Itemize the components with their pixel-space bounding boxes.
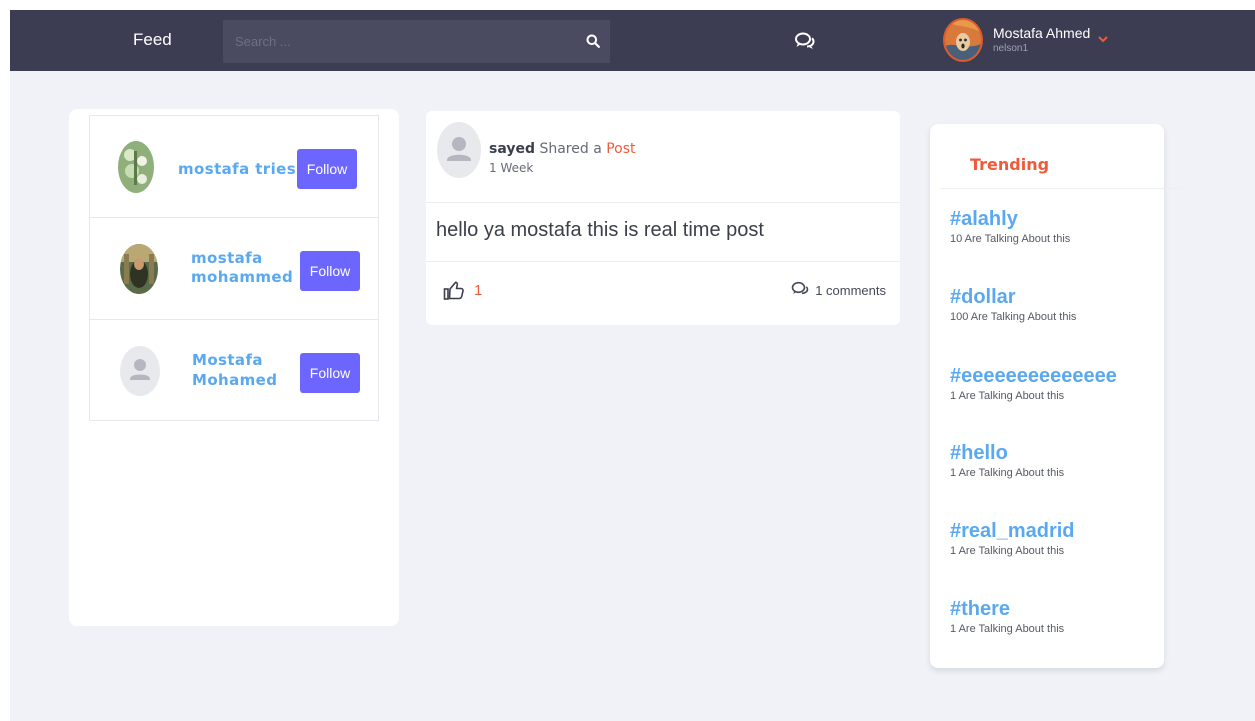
trending-item: #real_madrid 1 Are Talking About this: [950, 519, 1075, 558]
suggestion-name-last[interactable]: Mohamed: [192, 371, 277, 390]
follow-button[interactable]: Follow: [300, 353, 360, 393]
search-icon[interactable]: [583, 31, 603, 51]
trending-tag-link[interactable]: #dollar: [950, 285, 1076, 309]
comment-icon: [791, 281, 809, 299]
trending-item: #there 1 Are Talking About this: [950, 597, 1064, 636]
suggestion-item: mostafa mohammed Follow: [90, 218, 378, 320]
profile-name[interactable]: Mostafa Ahmed: [993, 25, 1090, 41]
post-author[interactable]: sayed: [489, 141, 535, 157]
post-action: Shared a: [539, 141, 602, 157]
post-header: sayed Shared a Post: [489, 141, 636, 157]
trending-item: #hello 1 Are Talking About this: [950, 441, 1064, 480]
trending-tag-link[interactable]: #alahly: [950, 207, 1070, 231]
suggestions-card: mostafa tries Follow mostafa mohammed Fo…: [69, 109, 399, 626]
post-body: hello ya mostafa this is real time post: [436, 219, 764, 241]
follow-button[interactable]: Follow: [300, 251, 360, 291]
comments-link[interactable]: 1 comments: [791, 281, 886, 299]
trending-item: #eeeeeeeeeeeeee 1 Are Talking About this: [950, 364, 1117, 403]
trending-count: 1 Are Talking About this: [950, 623, 1065, 635]
trending-count: 10 Are Talking About this: [950, 233, 1071, 245]
suggestion-name-first[interactable]: Mostafa: [192, 351, 263, 370]
avatar[interactable]: [120, 346, 160, 396]
suggestion-item: mostafa tries Follow: [90, 116, 378, 218]
post-card: sayed Shared a Post 1 Week hello ya most…: [426, 111, 900, 325]
search-input[interactable]: [223, 20, 610, 63]
suggestion-name-last[interactable]: mohammed: [191, 268, 293, 287]
chat-icon[interactable]: [793, 30, 817, 52]
trending-tag-link[interactable]: #eeeeeeeeeeeeee: [950, 364, 1117, 388]
follow-button[interactable]: Follow: [297, 149, 357, 189]
trending-count: 100 Are Talking About this: [950, 311, 1077, 323]
trending-count: 1 Are Talking About this: [950, 545, 1065, 557]
trending-title: Trending: [970, 155, 1050, 174]
post-type-link[interactable]: Post: [606, 141, 635, 157]
avatar[interactable]: [437, 122, 481, 178]
trending-card: Trending #alahly 10 Are Talking About th…: [930, 124, 1180, 668]
trending-tag-link[interactable]: #hello: [950, 441, 1064, 465]
divider: [940, 188, 1180, 189]
suggestion-name[interactable]: mostafa tries: [178, 160, 296, 179]
thumbs-up-icon[interactable]: [443, 281, 465, 301]
avatar[interactable]: [120, 244, 158, 294]
suggestions-list: mostafa tries Follow mostafa mohammed Fo…: [89, 115, 379, 421]
suggestion-item: Mostafa Mohamed Follow: [90, 320, 378, 422]
post-timestamp: 1 Week: [489, 161, 534, 175]
chevron-down-icon[interactable]: [1096, 32, 1110, 46]
trending-count: 1 Are Talking About this: [950, 390, 1065, 402]
trending-tag-link[interactable]: #real_madrid: [950, 519, 1075, 543]
brand-feed-link[interactable]: Feed: [133, 30, 172, 50]
divider: [426, 202, 900, 203]
comments-count: 1 comments: [815, 282, 886, 298]
divider: [426, 261, 900, 262]
profile-avatar[interactable]: [943, 18, 983, 62]
trending-tag-link[interactable]: #there: [950, 597, 1064, 621]
trending-item: #dollar 100 Are Talking About this: [950, 285, 1076, 324]
like-count: 1: [474, 282, 483, 299]
profile-username: nelson1: [993, 43, 1029, 54]
avatar[interactable]: [118, 141, 154, 193]
trending-item: #alahly 10 Are Talking About this: [950, 207, 1070, 246]
trending-count: 1 Are Talking About this: [950, 467, 1065, 479]
suggestion-name-first[interactable]: mostafa: [191, 249, 263, 268]
